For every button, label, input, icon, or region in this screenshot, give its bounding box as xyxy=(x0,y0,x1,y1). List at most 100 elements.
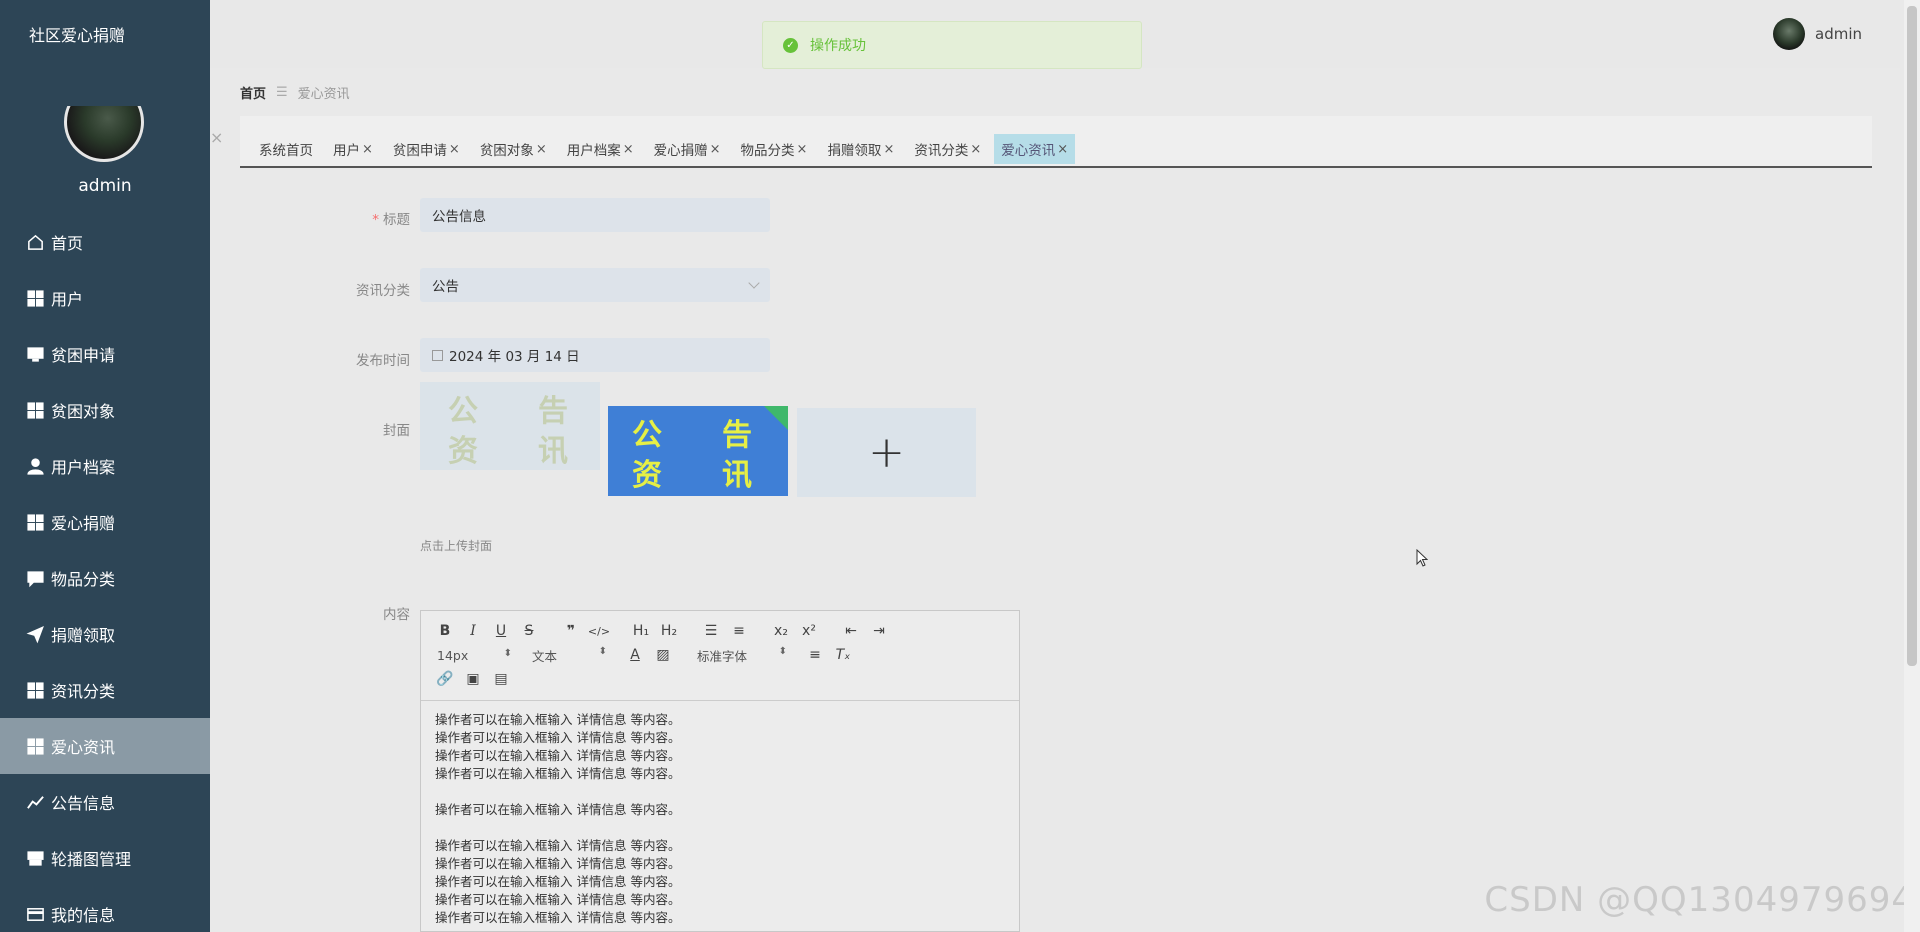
sidebar-item-8[interactable]: 资讯分类 xyxy=(0,662,210,718)
tab-6[interactable]: 物品分类 × xyxy=(734,134,815,164)
tab-7[interactable]: 捐赠领取 × xyxy=(820,134,901,164)
underline-icon[interactable]: U xyxy=(487,623,515,639)
clear-format-icon[interactable]: Tₓ xyxy=(829,647,857,663)
close-icon[interactable]: × xyxy=(623,142,634,157)
tab-5[interactable]: 爱心捐赠 × xyxy=(647,134,728,164)
editor-line: 操作者可以在输入框输入 详情信息 等内容。 xyxy=(435,802,681,817)
code-icon[interactable]: </> xyxy=(585,625,613,638)
chat-icon xyxy=(25,568,45,588)
editor-content[interactable]: 操作者可以在输入框输入 详情信息 等内容。 操作者可以在输入框输入 详情信息 等内… xyxy=(421,701,1019,932)
bold-icon[interactable]: B xyxy=(431,623,459,639)
tab-2[interactable]: 贫困申请 × xyxy=(386,134,467,164)
tab-label: 爱心资讯 xyxy=(1001,143,1056,159)
sidebar-item-10[interactable]: 公告信息 xyxy=(0,774,210,830)
editor-line: 操作者可以在输入框输入 详情信息 等内容。 xyxy=(435,748,681,763)
category-label: 资讯分类 xyxy=(356,283,410,299)
breadcrumb-separator-icon: ☰ xyxy=(276,85,288,100)
sidebar-item-label: 资讯分类 xyxy=(51,682,116,701)
tab-0[interactable]: 系统首页 xyxy=(252,134,320,164)
editor-line: 操作者可以在输入框输入 详情信息 等内容。 xyxy=(435,874,681,889)
close-icon[interactable]: × xyxy=(1057,142,1068,157)
tab-9[interactable]: 爱心资讯 × xyxy=(994,134,1076,164)
ordered-list-icon[interactable]: ☰ xyxy=(697,623,725,639)
outdent-icon[interactable]: ⇤ xyxy=(837,623,865,639)
strike-icon[interactable]: S xyxy=(515,623,543,639)
sidebar-username: admin xyxy=(78,176,132,196)
close-icon[interactable]: × xyxy=(970,142,981,157)
date-label: 发布时间 xyxy=(356,353,410,369)
editor-line: 操作者可以在输入框输入 详情信息 等内容。 xyxy=(435,838,681,853)
sidebar-item-9[interactable]: 爱心资讯 xyxy=(0,718,210,774)
sidebar-item-11[interactable]: 轮播图管理 xyxy=(0,830,210,886)
grid-icon xyxy=(25,400,45,420)
sidebar-item-label: 爱心捐赠 xyxy=(51,514,116,533)
close-icon[interactable]: × xyxy=(362,142,373,157)
app-title: 社区爱心捐赠 xyxy=(29,26,126,45)
sidebar-item-6[interactable]: 物品分类 xyxy=(0,550,210,606)
tab-8[interactable]: 资讯分类 × xyxy=(907,134,988,164)
close-icon[interactable]: × xyxy=(449,142,460,157)
paragraph-select[interactable]: 文本 ⬍ xyxy=(526,646,621,665)
sidebar-item-label: 爱心资讯 xyxy=(51,738,116,757)
tab-3[interactable]: 贫困对象 × xyxy=(473,134,554,164)
close-icon[interactable]: × xyxy=(710,142,721,157)
align-icon[interactable]: ≡ xyxy=(801,647,829,663)
font-color-icon[interactable]: A xyxy=(621,647,649,663)
subscript-icon[interactable]: x₂ xyxy=(767,623,795,639)
sidebar: 社区爱心捐赠 admin 首页用户贫困申请 贫困对象 用户档案爱心捐赠物品分类捐赠领… xyxy=(0,0,210,932)
image-icon[interactable]: ▣ xyxy=(459,671,487,687)
breadcrumb-home[interactable]: 首页 xyxy=(240,83,266,102)
title-input[interactable]: 公告信息 xyxy=(420,198,770,232)
mouse-cursor-icon xyxy=(1416,549,1428,567)
grid-icon xyxy=(25,736,45,756)
sidebar-item-3[interactable]: 贫困对象 xyxy=(0,382,210,438)
user-menu[interactable]: admin xyxy=(1773,18,1862,50)
sidebar-item-0[interactable]: 首页 xyxy=(0,214,210,270)
sidebar-item-7[interactable]: 捐赠领取 xyxy=(0,606,210,662)
editor-blank-line xyxy=(435,783,1005,801)
tab-4[interactable]: 用户档案 × xyxy=(560,134,641,164)
italic-icon[interactable]: I xyxy=(459,623,487,639)
date-picker[interactable]: 2024 年 03 月 14 日 xyxy=(420,338,770,372)
avatar xyxy=(1773,18,1805,50)
link-icon[interactable]: 🔗 xyxy=(431,671,459,687)
quote-icon[interactable]: ❞ xyxy=(557,623,585,639)
store-icon xyxy=(25,848,45,868)
sidebar-item-2[interactable]: 贫困申请 xyxy=(0,326,210,382)
sidebar-item-label: 公告信息 xyxy=(51,794,116,813)
indent-icon[interactable]: ⇥ xyxy=(865,623,893,639)
cover-image[interactable]: 公 告 资 讯 xyxy=(608,406,788,496)
tab-label: 资讯分类 xyxy=(914,143,969,159)
plus-icon: + xyxy=(868,426,905,478)
close-icon[interactable]: × xyxy=(536,142,547,157)
close-icon[interactable]: × xyxy=(883,142,894,157)
tab-1[interactable]: 用户 × xyxy=(326,134,380,164)
video-icon[interactable]: ▤ xyxy=(487,671,515,687)
bullet-list-icon[interactable]: ≡ xyxy=(725,623,753,639)
upload-button[interactable]: + xyxy=(797,408,976,497)
close-icon[interactable]: × xyxy=(210,128,223,147)
scrollbar[interactable] xyxy=(1904,0,1920,932)
background-color-icon[interactable]: ▨ xyxy=(649,647,677,663)
editor-line: 操作者可以在输入框输入 详情信息 等内容。 xyxy=(435,712,681,727)
cover-label: 封面 xyxy=(383,423,410,439)
grid-icon xyxy=(25,288,45,308)
check-icon: ✓ xyxy=(783,37,798,53)
sidebar-item-label: 捐赠领取 xyxy=(51,626,116,645)
sidebar-item-label: 首页 xyxy=(51,234,84,253)
grid-icon xyxy=(25,680,45,700)
sidebar-item-12[interactable]: 我的信息 xyxy=(0,886,210,932)
sidebar-menu: 首页用户贫困申请 贫困对象 用户档案爱心捐赠物品分类捐赠领取资讯分类爱心资讯公告信息… xyxy=(0,214,210,932)
editor-line: 操作者可以在输入框输入 详情信息 等内容。 xyxy=(435,730,681,745)
sidebar-item-5[interactable]: 爱心捐赠 xyxy=(0,494,210,550)
category-select[interactable]: 公告 xyxy=(420,268,770,302)
heading2-icon[interactable]: H₂ xyxy=(655,623,683,639)
superscript-icon[interactable]: x² xyxy=(795,623,823,639)
font-family-select[interactable]: 标准字体 ⬍ xyxy=(691,646,801,665)
close-icon[interactable]: × xyxy=(797,142,808,157)
heading1-icon[interactable]: H₁ xyxy=(627,623,655,639)
font-size-select[interactable]: 14px ⬍ xyxy=(431,648,526,663)
sidebar-item-1[interactable]: 用户 xyxy=(0,270,210,326)
sidebar-item-4[interactable]: 用户档案 xyxy=(0,438,210,494)
sidebar-item-label: 用户 xyxy=(51,290,84,309)
